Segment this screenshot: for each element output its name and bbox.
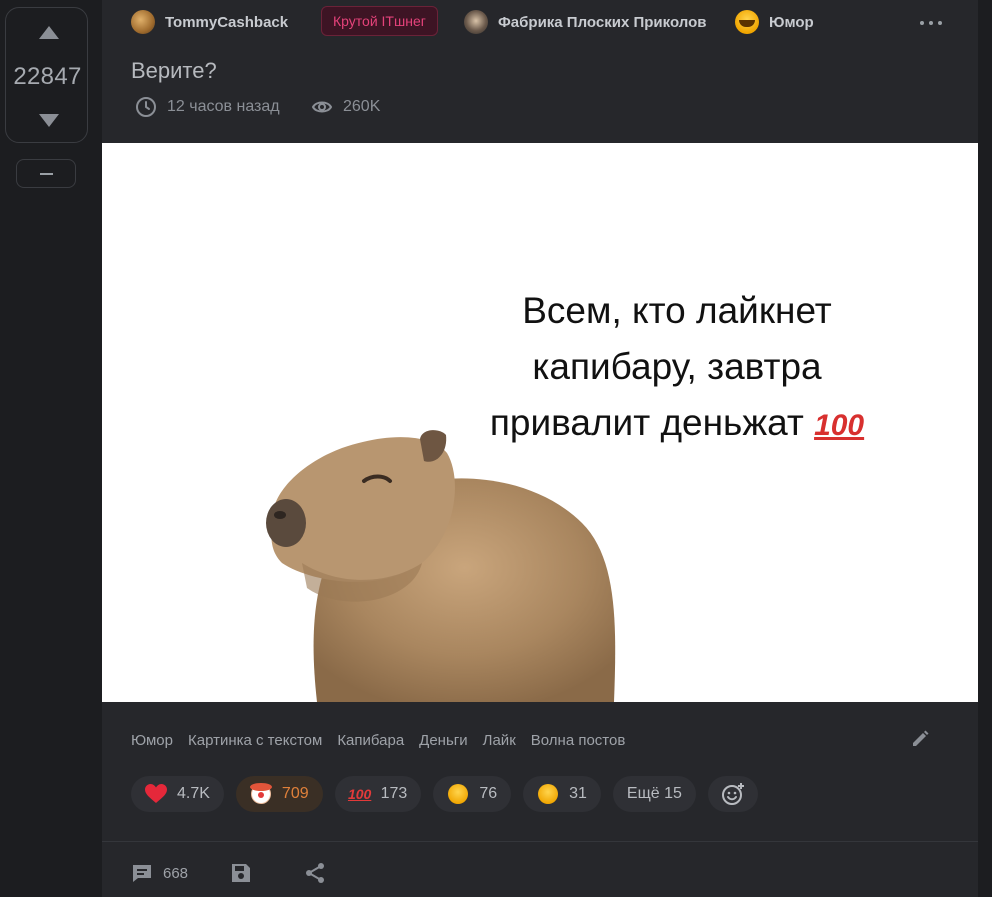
post-image[interactable]: Всем, кто лайкнет капибару, завтра прива… [102,143,978,702]
capybara-illustration [266,430,616,702]
author-name: TommyCashback [165,13,289,31]
share-button[interactable] [304,862,336,884]
downvote-arrow-icon[interactable] [39,114,59,127]
reaction-heart[interactable]: 4.7K [131,776,224,812]
reaction-count: 4.7K [177,785,210,802]
comments-count: 668 [163,864,189,882]
eye-icon [311,101,333,113]
more-reactions-button[interactable]: Ещё 15 [612,776,696,812]
reaction-count: 76 [479,785,498,802]
author-link[interactable]: TommyCashback [131,9,288,35]
author-avatar [131,10,155,34]
reaction-thinking[interactable]: 31 [523,776,601,812]
tag-list: Юмор Картинка с текстом Капибара Деньги … [131,729,640,751]
post-views: 260K [311,96,380,118]
tag-like[interactable]: Лайк [483,732,516,749]
laughing-emoji-icon [735,10,759,34]
reaction-grin[interactable]: 76 [433,776,512,812]
tag-humor[interactable]: Юмор [131,732,173,749]
tag-money[interactable]: Деньги [419,732,467,749]
hundred-icon: 100 [347,786,372,802]
reaction-clown[interactable]: 709 [235,776,323,812]
upvote-arrow-icon[interactable] [39,26,59,39]
community-name: Фабрика Плоских Приколов [498,13,707,31]
collapse-button[interactable] [16,159,76,188]
reaction-count: 31 [569,785,587,802]
add-reaction-button[interactable] [707,776,758,812]
rating-value: 22847 [13,63,82,90]
category-link[interactable]: Юмор [735,9,814,35]
post-views-text: 260K [343,98,381,115]
community-link[interactable]: Фабрика Плоских Приколов [464,9,706,35]
add-emoji-icon [721,783,744,805]
save-button[interactable] [230,862,262,884]
post-time-text: 12 часов назад [167,98,280,115]
reaction-count: 709 [281,785,309,802]
clock-icon [136,97,156,117]
save-icon [232,864,251,882]
comments-button[interactable]: 668 [131,862,188,884]
grin-icon [447,783,469,805]
footer-divider [102,841,978,842]
reaction-bar: 4.7K 709 100 173 76 31 Ещё 15 [131,776,758,812]
post-footer: 668 [131,861,378,885]
category-name: Юмор [769,13,814,31]
tag-capybara[interactable]: Капибара [337,732,404,749]
rating-box: 22847 [5,7,88,143]
author-badge: Крутой ITшнег [321,6,438,36]
share-icon [306,863,325,883]
post-card: TommyCashback Крутой ITшнег Фабрика Плос… [102,0,978,897]
reaction-count: 173 [380,785,408,802]
post-title[interactable]: Верите? [131,58,217,84]
tag-picture-with-text[interactable]: Картинка с текстом [188,732,322,749]
tag-post-wave[interactable]: Волна постов [531,732,626,749]
clown-icon [249,783,272,805]
edit-pencil-icon[interactable] [910,729,930,749]
reaction-hundred[interactable]: 100 173 [334,776,422,812]
thinking-icon [537,783,559,805]
more-reactions-label: Ещё 15 [626,785,682,802]
heart-icon [145,783,167,805]
more-options-icon[interactable] [920,21,942,26]
community-avatar [464,10,488,34]
post-time: 12 часов назад [135,96,280,118]
comment-icon [133,865,151,882]
rating-rail: 22847 [0,0,92,897]
post-header: TommyCashback Крутой ITшнег Фабрика Плос… [102,0,978,46]
